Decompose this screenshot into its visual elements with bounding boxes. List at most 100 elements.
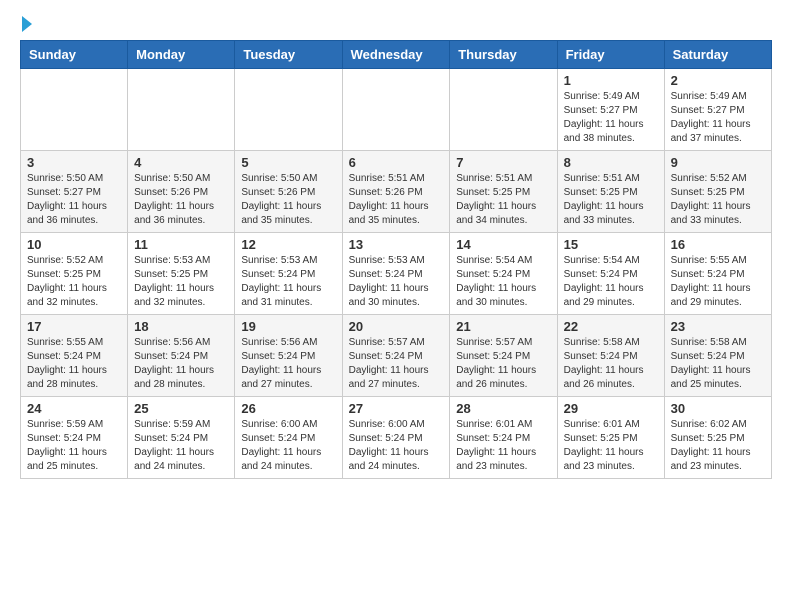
day-info: Sunrise: 5:55 AM Sunset: 5:24 PM Dayligh… (27, 336, 121, 392)
table-row: 10 Sunrise: 5:52 AM Sunset: 5:25 PM Dayli… (21, 233, 128, 315)
day-info: Sunrise: 5:49 AM Sunset: 5:27 PM Dayligh… (671, 90, 765, 146)
table-row: 5 Sunrise: 5:50 AM Sunset: 5:26 PM Daylig… (235, 151, 342, 233)
day-number: 23 (671, 319, 765, 334)
day-number: 14 (456, 237, 550, 252)
table-row: 6 Sunrise: 5:51 AM Sunset: 5:26 PM Daylig… (342, 151, 450, 233)
day-number: 6 (349, 155, 444, 170)
table-row: 8 Sunrise: 5:51 AM Sunset: 5:25 PM Daylig… (557, 151, 664, 233)
day-info: Sunrise: 5:59 AM Sunset: 5:24 PM Dayligh… (134, 418, 228, 474)
day-number: 20 (349, 319, 444, 334)
table-row (21, 69, 128, 151)
day-number: 27 (349, 401, 444, 416)
header (20, 16, 772, 32)
weekday-header-wednesday: Wednesday (342, 41, 450, 69)
day-info: Sunrise: 5:58 AM Sunset: 5:24 PM Dayligh… (564, 336, 658, 392)
day-number: 18 (134, 319, 228, 334)
day-number: 1 (564, 73, 658, 88)
day-info: Sunrise: 5:51 AM Sunset: 5:25 PM Dayligh… (564, 172, 658, 228)
day-info: Sunrise: 5:51 AM Sunset: 5:25 PM Dayligh… (456, 172, 550, 228)
day-info: Sunrise: 6:01 AM Sunset: 5:25 PM Dayligh… (564, 418, 658, 474)
day-info: Sunrise: 5:55 AM Sunset: 5:24 PM Dayligh… (671, 254, 765, 310)
day-number: 22 (564, 319, 658, 334)
weekday-header-row: SundayMondayTuesdayWednesdayThursdayFrid… (21, 41, 772, 69)
day-number: 5 (241, 155, 335, 170)
day-info: Sunrise: 5:50 AM Sunset: 5:27 PM Dayligh… (27, 172, 121, 228)
day-number: 8 (564, 155, 658, 170)
day-number: 10 (27, 237, 121, 252)
day-info: Sunrise: 5:51 AM Sunset: 5:26 PM Dayligh… (349, 172, 444, 228)
table-row: 16 Sunrise: 5:55 AM Sunset: 5:24 PM Dayli… (664, 233, 771, 315)
table-row: 29 Sunrise: 6:01 AM Sunset: 5:25 PM Dayli… (557, 397, 664, 479)
day-number: 19 (241, 319, 335, 334)
day-info: Sunrise: 5:53 AM Sunset: 5:24 PM Dayligh… (349, 254, 444, 310)
day-info: Sunrise: 5:54 AM Sunset: 5:24 PM Dayligh… (456, 254, 550, 310)
day-number: 11 (134, 237, 228, 252)
day-number: 7 (456, 155, 550, 170)
table-row: 20 Sunrise: 5:57 AM Sunset: 5:24 PM Dayli… (342, 315, 450, 397)
day-info: Sunrise: 5:53 AM Sunset: 5:24 PM Dayligh… (241, 254, 335, 310)
day-info: Sunrise: 5:57 AM Sunset: 5:24 PM Dayligh… (456, 336, 550, 392)
day-number: 29 (564, 401, 658, 416)
day-info: Sunrise: 5:57 AM Sunset: 5:24 PM Dayligh… (349, 336, 444, 392)
table-row: 17Sunrise: 5:55 AM Sunset: 5:24 PM Dayli… (21, 315, 128, 397)
weekday-header-monday: Monday (128, 41, 235, 69)
day-info: Sunrise: 5:53 AM Sunset: 5:25 PM Dayligh… (134, 254, 228, 310)
table-row: 3 Sunrise: 5:50 AM Sunset: 5:27 PM Daylig… (21, 151, 128, 233)
day-number: 25 (134, 401, 228, 416)
day-number: 9 (671, 155, 765, 170)
day-info: Sunrise: 5:56 AM Sunset: 5:24 PM Dayligh… (241, 336, 335, 392)
table-row: 13 Sunrise: 5:53 AM Sunset: 5:24 PM Dayli… (342, 233, 450, 315)
day-number: 13 (349, 237, 444, 252)
calendar-page: SundayMondayTuesdayWednesdayThursdayFrid… (0, 0, 792, 499)
table-row (235, 69, 342, 151)
week-row-1: 1 Sunrise: 5:49 AM Sunset: 5:27 PM Daylig… (21, 69, 772, 151)
table-row: 25 Sunrise: 5:59 AM Sunset: 5:24 PM Dayli… (128, 397, 235, 479)
day-info: Sunrise: 5:49 AM Sunset: 5:27 PM Dayligh… (564, 90, 658, 146)
day-info: Sunrise: 6:01 AM Sunset: 5:24 PM Dayligh… (456, 418, 550, 474)
week-row-3: 10 Sunrise: 5:52 AM Sunset: 5:25 PM Dayli… (21, 233, 772, 315)
weekday-header-friday: Friday (557, 41, 664, 69)
table-row (450, 69, 557, 151)
week-row-5: 24Sunrise: 5:59 AM Sunset: 5:24 PM Dayli… (21, 397, 772, 479)
day-info: Sunrise: 5:50 AM Sunset: 5:26 PM Dayligh… (134, 172, 228, 228)
table-row: 18 Sunrise: 5:56 AM Sunset: 5:24 PM Dayli… (128, 315, 235, 397)
table-row: 7 Sunrise: 5:51 AM Sunset: 5:25 PM Daylig… (450, 151, 557, 233)
day-info: Sunrise: 6:00 AM Sunset: 5:24 PM Dayligh… (241, 418, 335, 474)
day-info: Sunrise: 5:58 AM Sunset: 5:24 PM Dayligh… (671, 336, 765, 392)
day-number: 28 (456, 401, 550, 416)
logo (20, 16, 32, 32)
table-row (342, 69, 450, 151)
table-row: 30Sunrise: 6:02 AM Sunset: 5:25 PM Dayli… (664, 397, 771, 479)
table-row: 24Sunrise: 5:59 AM Sunset: 5:24 PM Dayli… (21, 397, 128, 479)
day-number: 26 (241, 401, 335, 416)
table-row: 11 Sunrise: 5:53 AM Sunset: 5:25 PM Dayli… (128, 233, 235, 315)
day-info: Sunrise: 5:50 AM Sunset: 5:26 PM Dayligh… (241, 172, 335, 228)
day-number: 4 (134, 155, 228, 170)
table-row: 22 Sunrise: 5:58 AM Sunset: 5:24 PM Dayli… (557, 315, 664, 397)
weekday-header-thursday: Thursday (450, 41, 557, 69)
table-row: 12 Sunrise: 5:53 AM Sunset: 5:24 PM Dayli… (235, 233, 342, 315)
table-row (128, 69, 235, 151)
day-info: Sunrise: 5:52 AM Sunset: 5:25 PM Dayligh… (27, 254, 121, 310)
table-row: 4 Sunrise: 5:50 AM Sunset: 5:26 PM Daylig… (128, 151, 235, 233)
week-row-4: 17Sunrise: 5:55 AM Sunset: 5:24 PM Dayli… (21, 315, 772, 397)
table-row: 2Sunrise: 5:49 AM Sunset: 5:27 PM Daylig… (664, 69, 771, 151)
table-row: 23 Sunrise: 5:58 AM Sunset: 5:24 PM Dayli… (664, 315, 771, 397)
day-number: 30 (671, 401, 765, 416)
table-row: 28 Sunrise: 6:01 AM Sunset: 5:24 PM Dayli… (450, 397, 557, 479)
table-row: 15Sunrise: 5:54 AM Sunset: 5:24 PM Dayli… (557, 233, 664, 315)
day-info: Sunrise: 5:56 AM Sunset: 5:24 PM Dayligh… (134, 336, 228, 392)
calendar-table: SundayMondayTuesdayWednesdayThursdayFrid… (20, 40, 772, 479)
table-row: 26 Sunrise: 6:00 AM Sunset: 5:24 PM Dayli… (235, 397, 342, 479)
week-row-2: 3 Sunrise: 5:50 AM Sunset: 5:27 PM Daylig… (21, 151, 772, 233)
table-row: 1 Sunrise: 5:49 AM Sunset: 5:27 PM Daylig… (557, 69, 664, 151)
table-row: 9Sunrise: 5:52 AM Sunset: 5:25 PM Daylig… (664, 151, 771, 233)
table-row: 21 Sunrise: 5:57 AM Sunset: 5:24 PM Dayli… (450, 315, 557, 397)
weekday-header-tuesday: Tuesday (235, 41, 342, 69)
day-number: 16 (671, 237, 765, 252)
table-row: 27Sunrise: 6:00 AM Sunset: 5:24 PM Dayli… (342, 397, 450, 479)
day-number: 12 (241, 237, 335, 252)
logo-text (20, 16, 32, 32)
day-number: 3 (27, 155, 121, 170)
day-number: 21 (456, 319, 550, 334)
